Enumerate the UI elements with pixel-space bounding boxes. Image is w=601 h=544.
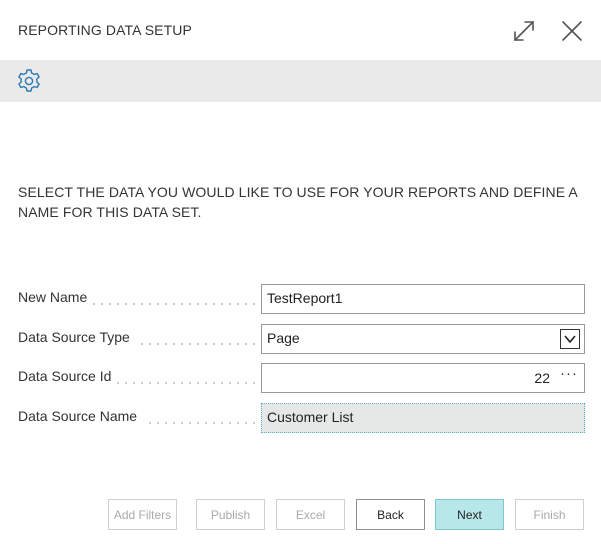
finish-button[interactable]: Finish: [515, 499, 584, 530]
publish-button[interactable]: Publish: [196, 499, 265, 530]
new-name-input[interactable]: TestReport1: [261, 284, 585, 314]
data-source-id-value: 22: [534, 370, 550, 386]
data-source-id-label: Data Source Id: [18, 368, 118, 384]
new-name-label: New Name: [18, 289, 94, 305]
close-icon: [562, 21, 582, 41]
data-source-name-row: Data Source Name Customer List: [18, 403, 585, 433]
excel-button[interactable]: Excel: [276, 499, 345, 530]
data-source-type-label: Data Source Type: [18, 329, 136, 345]
back-button[interactable]: Back: [356, 499, 425, 530]
chevron-down-icon: [564, 335, 576, 344]
new-name-row: New Name TestReport1: [18, 284, 585, 314]
data-source-name-field: Customer List: [261, 403, 585, 433]
data-source-type-select[interactable]: Page: [261, 324, 585, 354]
next-button[interactable]: Next: [435, 499, 504, 530]
dialog-title: REPORTING DATA SETUP: [18, 22, 192, 38]
expand-button[interactable]: [511, 18, 537, 44]
lookup-button[interactable]: ···: [560, 365, 578, 382]
dropdown-button[interactable]: [560, 329, 580, 349]
data-source-id-row: Data Source Id 22 ···: [18, 363, 585, 393]
action-toolbar: [0, 60, 601, 102]
add-filters-button[interactable]: Add Filters: [108, 499, 177, 530]
close-button[interactable]: [559, 18, 585, 44]
data-source-type-value: Page: [267, 330, 300, 346]
data-source-id-input[interactable]: 22 ···: [261, 363, 585, 393]
new-name-value: TestReport1: [267, 290, 343, 306]
data-source-name-value: Customer List: [267, 409, 354, 425]
instructions-text: SELECT THE DATA YOU WOULD LIKE TO USE FO…: [18, 184, 578, 220]
gear-icon: [18, 69, 40, 92]
settings-button[interactable]: [16, 68, 42, 94]
expand-icon: [514, 21, 534, 41]
data-source-type-row: Data Source Type Page: [18, 324, 585, 354]
data-source-name-label: Data Source Name: [18, 408, 144, 424]
